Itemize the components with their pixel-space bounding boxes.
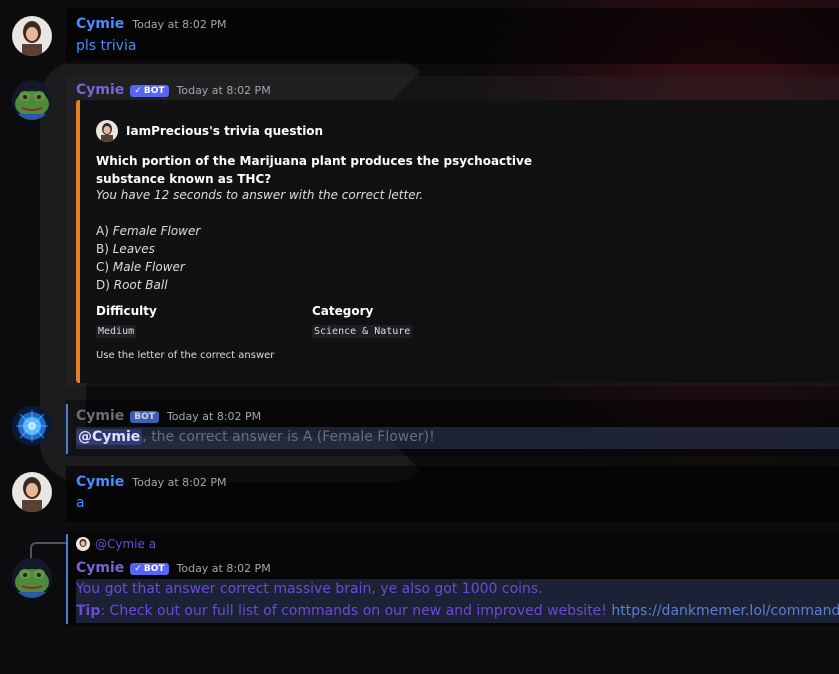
verified-check-icon: ✓ <box>134 564 142 574</box>
username[interactable]: Cymie <box>76 82 124 98</box>
message-4: Cymie Today at 8:02 PM a <box>0 466 839 522</box>
bot-badge-label: BOT <box>143 86 165 96</box>
message-text: @Cymie, the correct answer is A (Female … <box>76 429 435 445</box>
embed-author: IamPrecious's trivia question <box>96 120 323 142</box>
message-header: Cymie Today at 8:02 PM <box>76 16 226 32</box>
bot-badge: ✓ BOT <box>130 85 169 97</box>
answer-option-a: A) Female Flower <box>96 224 201 238</box>
embed-author-name: IamPrecious's trivia question <box>126 124 324 138</box>
reply-preview: @Cymie a <box>95 537 157 551</box>
bot-badge: ✓ BOT <box>130 563 169 575</box>
username[interactable]: Cymie <box>76 560 124 576</box>
field-difficulty-name: Difficulty <box>96 304 157 318</box>
message-header: Cymie ✓ BOT Today at 8:02 PM <box>76 82 271 98</box>
timestamp: Today at 8:02 PM <box>166 410 262 423</box>
bot-avatar[interactable] <box>12 80 52 120</box>
reply-reference[interactable]: @Cymie a <box>76 537 156 551</box>
field-category-value: Science & Nature <box>312 325 413 338</box>
message-header: Cymie BOT Today at 8:02 PM <box>76 408 261 424</box>
message-line-1: You got that answer correct massive brai… <box>76 581 543 597</box>
field-difficulty-value: Medium <box>96 325 137 338</box>
timestamp: Today at 8:02 PM <box>176 562 271 575</box>
message-text: a <box>76 495 85 511</box>
message-tip: Tip: Check out our full list of commands… <box>76 603 839 619</box>
timestamp: Today at 8:02 PM <box>132 18 227 31</box>
message-body: , the correct answer is A (Female Flower… <box>142 429 435 445</box>
username[interactable]: Cymie <box>76 16 124 32</box>
embed-footer: Use the letter of the correct answer <box>96 350 275 361</box>
highlight-bar <box>66 404 68 454</box>
verified-check-icon: ✓ <box>134 86 142 96</box>
reply-connector <box>30 542 66 558</box>
username[interactable]: Cymie <box>76 474 124 490</box>
username[interactable]: Cymie <box>76 408 124 424</box>
answer-option-b: B) Leaves <box>96 242 155 256</box>
message-1: Cymie Today at 8:02 PM pls trivia <box>0 8 839 64</box>
author-avatar <box>96 120 118 142</box>
user-avatar[interactable] <box>12 16 52 56</box>
trivia-embed: IamPrecious's trivia question Which port… <box>76 100 839 383</box>
timestamp: Today at 8:02 PM <box>176 84 271 97</box>
message-text: pls trivia <box>76 38 137 54</box>
answer-option-d: D) Root Ball <box>96 278 168 292</box>
tip-label: Tip <box>76 603 101 619</box>
timestamp: Today at 8:02 PM <box>132 476 227 489</box>
bot-badge-label: BOT <box>143 564 165 574</box>
answer-option-c: C) Male Flower <box>96 260 185 274</box>
user-avatar[interactable] <box>12 472 52 512</box>
trivia-question: Which portion of the Marijuana plant pro… <box>96 154 532 186</box>
bot-avatar[interactable] <box>12 406 52 446</box>
tip-text: : Check out our full list of commands on… <box>100 603 612 619</box>
reply-avatar <box>76 537 90 551</box>
field-category-name: Category <box>312 304 374 318</box>
bot-badge: BOT <box>130 411 159 423</box>
highlight-bar <box>66 534 68 624</box>
message-header: Cymie Today at 8:02 PM <box>76 474 226 490</box>
message-3: Cymie BOT Today at 8:02 PM @Cymie, the c… <box>0 400 839 456</box>
bot-avatar[interactable] <box>12 558 52 598</box>
trivia-timer-text: You have 12 seconds to answer with the c… <box>96 188 424 202</box>
message-header: Cymie ✓ BOT Today at 8:02 PM <box>76 560 271 576</box>
commands-link[interactable]: https://dankmemer.lol/commands <box>611 603 839 619</box>
user-mention[interactable]: @Cymie <box>76 429 143 445</box>
message-5: @Cymie a Cymie ✓ BOT Today at 8:02 PM You… <box>0 532 839 626</box>
